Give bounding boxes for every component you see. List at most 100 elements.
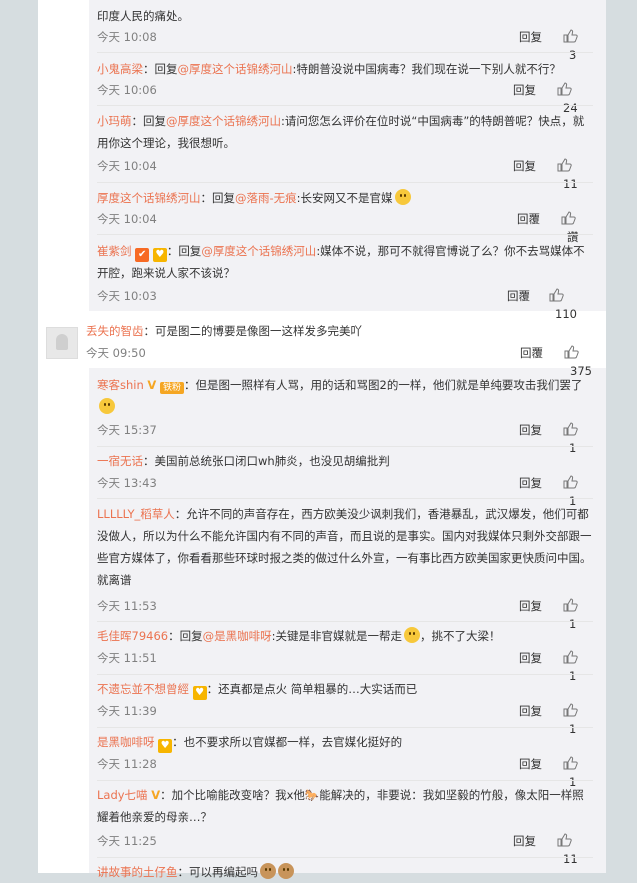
comment-item: 一宿无话：美国前总统张口闭口wh肺炎，也没见胡编批判 今天 13:43 回复 1 [97, 450, 593, 508]
comment-text: 也不要求所以官媒都一样，去官媒化挺好的 [183, 735, 403, 749]
v-badge-icon: V [151, 788, 161, 802]
doge-emoji-icon [278, 863, 294, 879]
comment-author[interactable]: 毛佳晖79466 [97, 629, 168, 643]
mention-link[interactable]: @厚度这个话锦绣河山 [166, 114, 281, 128]
divider [97, 234, 593, 235]
reply-button[interactable]: 回复 [519, 28, 542, 46]
comment-author[interactable]: 小玛萌 [97, 114, 132, 128]
reply-button[interactable]: 回复 [519, 649, 542, 667]
divider [97, 52, 593, 53]
comment-item: 厚度这个话锦绣河山：回复@落雨-无痕:长安网又不是官媒 今天 10:04 回覆 … [97, 187, 593, 244]
mention-link[interactable]: @厚度这个话锦绣河山 [178, 62, 293, 76]
mention-link[interactable]: @落雨-无痕 [235, 191, 297, 205]
thumbs-up-icon [563, 475, 578, 489]
reply-button[interactable]: 回复 [513, 832, 536, 850]
comment-item: LLLLLY_稻草人：允许不同的声音存在，西方欧美没少讽刺我们，香港暴乱，武汉爆… [97, 507, 592, 631]
reply-button[interactable]: 回复 [519, 702, 542, 720]
divider [97, 674, 593, 675]
divider [97, 727, 593, 728]
comment-text: 美国前总统张口闭口wh肺炎，也没见胡编批判 [154, 454, 390, 468]
avatar[interactable] [46, 327, 78, 359]
reply-button[interactable]: 回复 [513, 157, 536, 175]
comment-time: 今天 11:53 [97, 599, 157, 613]
like-count: 110 [555, 307, 577, 321]
comment-time: 今天 10:08 [97, 30, 157, 44]
divider [97, 780, 593, 781]
comment-author[interactable]: LLLLLY_稻草人 [97, 507, 175, 521]
comment-item: 寒客shin V 铁粉 ：但是图一照样有人骂，用的话和骂图2的一样，他们就是单纯要… [97, 374, 593, 455]
fan-badge-icon: ♥ [152, 248, 167, 262]
reply-button[interactable]: 回覆 [507, 287, 530, 305]
comment-time: 今天 09:50 [86, 346, 146, 360]
comment-author[interactable]: 丢失的智齿 [86, 324, 144, 338]
sweat-emoji-icon [394, 189, 411, 205]
reply-button[interactable]: 回复 [519, 755, 542, 773]
comment-time: 今天 11:39 [97, 704, 157, 718]
comment-item: 是黑咖啡呀 ♥ ：也不要求所以官媒都一样，去官媒化挺好的 今天 11:28 回复 … [97, 731, 593, 789]
comment-time: 今天 11:25 [97, 834, 157, 848]
thumbs-up-icon [549, 288, 564, 302]
comment-author[interactable]: 讲故事的土仔鱼 [97, 865, 178, 879]
mention-link[interactable]: @厚度这个话锦绣河山 [201, 244, 316, 258]
comment-text: 印度人民的痛处。 [97, 9, 189, 23]
comment-author[interactable]: 崔紫剑 [97, 244, 132, 258]
comment-author[interactable]: 一宿无话 [97, 454, 143, 468]
divider [97, 857, 593, 858]
comment-text: 还真都是点火 简单粗暴的…大实话而已 [218, 682, 418, 696]
comment-item: 小玛萌：回复@厚度这个话锦绣河山:请问您怎么评价在位时说“中国病毒”的特朗普呢？… [97, 110, 593, 191]
comment-time: 今天 11:51 [97, 651, 157, 665]
comment-time: 今天 13:43 [97, 476, 157, 490]
reply-button[interactable]: 回覆 [520, 344, 543, 362]
thumbs-up-icon [557, 833, 572, 847]
comment-time: 今天 15:37 [97, 423, 157, 437]
comment-text: 可是图二的博要是像图一这样发多完美吖 [155, 324, 362, 338]
reply-button[interactable]: 回覆 [517, 210, 540, 228]
comment-text: :特朗普没说中国病毒？我们现在说一下别人就不行？ [292, 62, 561, 76]
comment-text: 但是图一照样有人骂，用的话和骂图2的一样，他们就是单纯要攻击我们罢了 [195, 378, 583, 392]
comment-item: 小鬼高梁：回复@厚度这个话锦绣河山:特朗普没说中国病毒？我们现在说一下别人就不行… [97, 58, 593, 115]
fans-badge: 铁粉 [159, 382, 184, 394]
like-button[interactable]: 110 [549, 287, 593, 323]
thumbs-up-icon [557, 158, 572, 172]
comment-time: 今天 10:03 [97, 289, 157, 303]
comment-author[interactable]: 不遗忘並不想曾經 [97, 682, 189, 696]
thumbs-up-icon [563, 650, 578, 664]
comment-author[interactable]: 厚度这个话锦绣河山 [97, 191, 201, 205]
comment-text-tail: ，挑不了大梁！ [419, 629, 501, 643]
doge-emoji-icon [260, 863, 276, 879]
comment-text: 可以再编起吗 [189, 865, 258, 879]
comment-author[interactable]: Lady七喵 [97, 788, 148, 802]
comment-author[interactable]: 寒客shin [97, 378, 144, 392]
thumbs-up-icon [564, 345, 579, 359]
comment-time: 今天 11:28 [97, 757, 157, 771]
reply-button[interactable]: 回复 [519, 474, 542, 492]
comment-item: 毛佳晖79466：回复@是黑咖啡呀:关键是非官媒就是一帮走 ，挑不了大梁！ 今天 … [97, 625, 593, 683]
smile-emoji-icon [99, 398, 115, 414]
thumbs-up-icon [561, 211, 576, 225]
reply-button[interactable]: 回复 [513, 81, 536, 99]
comment-item: Lady七喵 V：加个比喻能改变啥？我x他🐎能解决的，非要说：我如坚毅的竹般，像… [97, 784, 593, 866]
comment-item: 印度人民的痛处。 今天 10:08 回复 3 [97, 5, 593, 62]
thumbs-up-icon [563, 29, 578, 43]
comment-time: 今天 10:06 [97, 83, 157, 97]
verified-badge-icon: ✔ [135, 248, 150, 262]
comment-text: :关键是非官媒就是一帮走 [271, 629, 402, 643]
divider [97, 182, 593, 183]
thumbs-up-icon [563, 422, 578, 436]
mention-link[interactable]: @是黑咖啡呀 [203, 629, 272, 643]
thumbs-up-icon [563, 756, 578, 770]
thumbs-up-icon [563, 703, 578, 717]
divider [97, 105, 593, 106]
comment-author[interactable]: 小鬼高梁 [97, 62, 143, 76]
comment-item: 不遗忘並不想曾經 ♥ ：还真都是点火 简单粗暴的…大实话而已 今天 11:39 回… [97, 678, 593, 736]
dog-emoji-icon [403, 627, 420, 643]
fan-badge-icon: ♥ [158, 739, 173, 753]
comment-author[interactable]: 是黑咖啡呀 [97, 735, 155, 749]
reply-button[interactable]: 回复 [519, 597, 542, 615]
thumbs-up-icon [563, 598, 578, 612]
fan-badge-icon: ♥ [192, 686, 207, 700]
divider [97, 446, 593, 447]
divider [97, 498, 593, 499]
reply-button[interactable]: 回复 [519, 421, 542, 439]
comment-time: 今天 10:04 [97, 212, 157, 226]
